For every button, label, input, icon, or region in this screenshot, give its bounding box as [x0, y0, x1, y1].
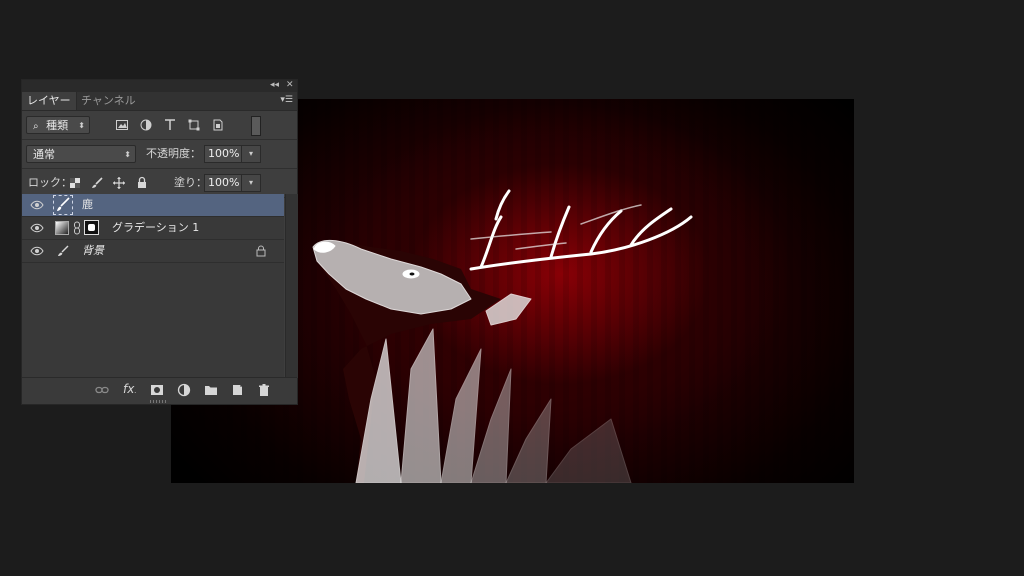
lock-position-icon[interactable] — [112, 176, 126, 190]
layer-thumbnail[interactable] — [53, 195, 73, 215]
brush-icon — [57, 197, 70, 211]
panel-footer: fx. — [22, 377, 297, 404]
visibility-eye-icon[interactable] — [30, 222, 44, 234]
new-group-folder-icon[interactable] — [204, 383, 218, 397]
gradient-thumbnail[interactable] — [55, 221, 69, 235]
link-layers-icon[interactable] — [95, 383, 109, 397]
layer-row-deer[interactable]: 鹿 — [22, 194, 284, 217]
new-layer-icon[interactable] — [230, 383, 244, 397]
search-icon: ⌕ — [33, 121, 39, 132]
link-chain-icon[interactable] — [73, 221, 81, 235]
opacity-slider-button[interactable]: ▾ — [241, 145, 261, 163]
layers-list: 鹿 グラデーション 1 背景 — [22, 194, 284, 378]
delete-trash-icon[interactable] — [257, 383, 271, 397]
panel-titlebar: ◂◂ ✕ — [22, 80, 297, 92]
layer-row-background[interactable]: 背景 — [22, 240, 284, 263]
fill-input[interactable]: 100% — [204, 174, 242, 192]
tab-layers[interactable]: レイヤー — [22, 92, 77, 110]
chevron-updown-icon: ⬍ — [124, 150, 131, 159]
blend-mode-row: 通常 ⬍ 不透明度： 100% ▾ — [22, 140, 297, 169]
fill-label: 塗り： — [174, 176, 207, 189]
filter-kind-dropdown[interactable]: ⌕ 種類 ⬍ — [26, 116, 90, 134]
collapse-icon[interactable]: ◂◂ — [270, 79, 279, 91]
lock-icon — [256, 245, 266, 257]
fill-slider-button[interactable]: ▾ — [241, 174, 261, 192]
filter-shape-layer-icon[interactable] — [187, 118, 201, 132]
layer-filter-row: ⌕ 種類 ⬍ — [22, 111, 297, 140]
layer-name[interactable]: 鹿 — [82, 198, 93, 212]
lock-image-pixels-icon[interactable] — [90, 176, 104, 190]
layer-name[interactable]: 背景 — [82, 244, 104, 258]
mask-shape — [88, 224, 95, 231]
opacity-label: 不透明度： — [146, 147, 201, 160]
layer-mask-thumbnail[interactable] — [84, 220, 99, 235]
filter-kind-label: 種類 — [46, 119, 69, 132]
fx-icon[interactable]: fx. — [123, 382, 137, 396]
visibility-eye-icon[interactable] — [30, 245, 44, 257]
new-adjustment-layer-icon[interactable] — [177, 383, 191, 397]
lock-label: ロック： — [28, 176, 72, 189]
lock-transparent-pixels-icon[interactable] — [68, 176, 82, 190]
lock-all-icon[interactable] — [135, 176, 149, 190]
tab-channels[interactable]: チャンネル — [76, 92, 141, 110]
panel-tabs: レイヤー チャンネル ▾☰ — [22, 92, 297, 111]
filter-smart-object-icon[interactable] — [211, 118, 225, 132]
layers-panel: ◂◂ ✕ レイヤー チャンネル ▾☰ ⌕ 種類 ⬍ 通常 ⬍ 不透明度： 100… — [21, 79, 298, 405]
filter-pixel-layer-icon[interactable] — [115, 118, 129, 132]
add-mask-icon[interactable] — [150, 383, 164, 397]
opacity-input[interactable]: 100% — [204, 145, 242, 163]
layer-name[interactable]: グラデーション 1 — [112, 221, 199, 235]
blend-mode-value: 通常 — [33, 148, 55, 161]
close-icon[interactable]: ✕ — [286, 79, 294, 91]
layers-scrollbar[interactable] — [285, 194, 298, 378]
blend-mode-dropdown[interactable]: 通常 ⬍ — [26, 145, 136, 163]
chevron-updown-icon: ⬍ — [78, 121, 85, 130]
resize-grip[interactable] — [150, 400, 168, 403]
filter-type-layer-icon[interactable] — [163, 118, 177, 132]
visibility-eye-icon[interactable] — [30, 199, 44, 211]
filter-adjustment-layer-icon[interactable] — [139, 118, 153, 132]
panel-menu-icon[interactable]: ▾☰ — [280, 95, 293, 105]
brush-icon — [58, 245, 69, 256]
filter-toggle-switch[interactable] — [251, 116, 261, 136]
layer-row-gradient[interactable]: グラデーション 1 — [22, 217, 284, 240]
